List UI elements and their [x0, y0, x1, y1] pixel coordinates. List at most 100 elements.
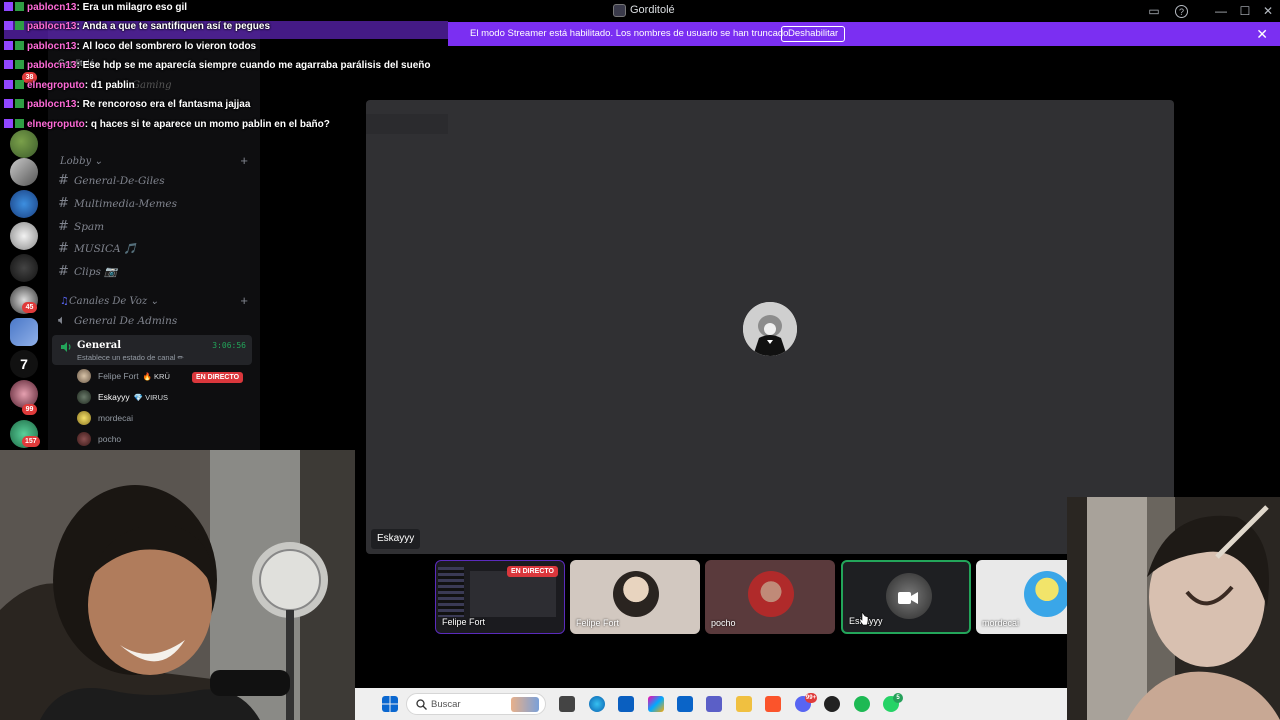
channel-musica[interactable]: # MUSICA 🎵	[58, 241, 250, 261]
taskbar-search[interactable]: Buscar	[406, 693, 546, 715]
server-icon[interactable]	[10, 318, 38, 346]
voice-user-name: Eskayyy 💎 VIRUS	[98, 392, 168, 402]
subscriber-badge-icon	[4, 2, 13, 11]
window-title: Gorditolé	[630, 4, 675, 16]
teams-icon[interactable]	[706, 696, 722, 712]
participant-tile[interactable]: pocho	[705, 560, 835, 634]
voice-user[interactable]: pocho	[77, 429, 257, 449]
spotify-icon[interactable]	[854, 696, 870, 712]
voice-channel-admins[interactable]: 🔈︎ General De Admins	[58, 313, 250, 333]
chat-username: pablocn13	[27, 21, 77, 32]
verified-badge-icon	[15, 41, 24, 50]
server-icon[interactable]	[10, 254, 38, 282]
channel-multimedia-memes[interactable]: # Multimedia-Memes	[58, 196, 250, 216]
title-bar: Gorditolé ▭ ? — ☐ ✕	[0, 0, 1280, 22]
category-voice[interactable]: ♫Canales De Voz ⌄	[60, 296, 159, 307]
category-lobby[interactable]: Lobby ⌄	[60, 156, 103, 167]
chat-text: : Anda a que te santifiquen así te pegue…	[76, 21, 271, 32]
hash-icon: #	[58, 219, 69, 234]
channel-status[interactable]: Establece un estado de canal ✏	[77, 353, 184, 362]
minimize-button[interactable]: —	[1213, 3, 1229, 19]
channel-general-de-giles[interactable]: # General-De-Giles	[58, 173, 250, 193]
channel-clips[interactable]: # Clips 📷	[58, 264, 250, 284]
server-icon[interactable]: 7	[10, 350, 38, 378]
chat-message: elnegroputo: q haces si te aparece un mo…	[4, 119, 330, 137]
channel-label: Spam	[74, 221, 105, 233]
chat-text: : Re rencoroso era el fantasma jajjaa	[76, 99, 251, 110]
webcam-feed-left	[0, 450, 355, 720]
subscriber-badge-icon	[4, 80, 13, 89]
brave-browser-icon[interactable]	[765, 696, 781, 712]
maximize-button[interactable]: ☐	[1237, 3, 1253, 19]
server-icon[interactable]	[10, 222, 38, 250]
participant-tile-stream[interactable]: EN DIRECTO Felipe Fort	[435, 560, 565, 634]
chat-message: pablocn13: Al loco del sombrero lo viero…	[4, 41, 256, 59]
category-label: Canales De Voz	[68, 296, 148, 307]
call-stage[interactable]	[366, 100, 1174, 554]
subscriber-badge-icon	[4, 21, 13, 30]
chat-username: elnegroputo	[27, 80, 85, 91]
outlook-icon[interactable]	[677, 696, 693, 712]
tile-label: mordecai	[982, 618, 1020, 628]
verified-badge-icon	[15, 119, 24, 128]
help-icon[interactable]: ?	[1175, 5, 1188, 18]
channel-label: General De Admins	[74, 315, 178, 327]
category-label: Lobby	[60, 156, 92, 167]
user-tag: 💎 VIRUS	[133, 393, 168, 402]
chat-message: pablocn13: Re rencoroso era el fantasma …	[4, 99, 250, 117]
avatar	[77, 369, 91, 383]
camera-icon	[898, 592, 918, 604]
faded-channel[interactable]: Gaming	[132, 80, 171, 91]
chat-message: pablocn13: Ese hdp se me aparecía siempr…	[4, 60, 431, 78]
banner-text: El modo Streamer está habilitado. Los no…	[470, 28, 792, 39]
avatar	[748, 571, 794, 617]
subscriber-badge-icon	[4, 99, 13, 108]
server-icon[interactable]	[10, 158, 38, 186]
verified-badge-icon	[15, 80, 24, 89]
channel-label: MUSICA 🎵	[74, 243, 137, 255]
server-icon[interactable]	[10, 190, 38, 218]
participant-tile[interactable]: mordecai	[976, 560, 1067, 634]
call-timer: 3:06:56	[212, 341, 246, 350]
avatar	[613, 571, 659, 617]
verified-badge-icon	[15, 99, 24, 108]
close-window-button[interactable]: ✕	[1260, 3, 1276, 19]
channel-label: Multimedia-Memes	[74, 198, 178, 210]
verified-badge-icon	[15, 21, 24, 30]
channel-spam[interactable]: # Spam	[58, 219, 250, 239]
hash-icon: #	[58, 196, 69, 211]
user-name: pocho	[98, 434, 122, 444]
disable-streamer-button[interactable]: Deshabilitar	[781, 26, 846, 42]
channel-label: General-De-Giles	[74, 175, 165, 187]
voice-user-name: Felipe Fort 🔥 KRÜ	[98, 371, 170, 381]
subscriber-badge-icon	[4, 119, 13, 128]
obs-icon[interactable]	[824, 696, 840, 712]
stage-speaker-label: Eskayyy	[371, 529, 421, 549]
speaker-avatar	[743, 302, 797, 356]
add-channel-icon[interactable]: +	[240, 293, 248, 308]
banner-close-icon[interactable]: ✕	[1256, 26, 1268, 42]
whatsapp-badge: 5	[893, 693, 903, 703]
chat-username: pablocn13	[27, 41, 77, 52]
chat-username: pablocn13	[27, 99, 77, 110]
add-channel-icon[interactable]: +	[240, 153, 248, 168]
inbox-icon[interactable]: ▭	[1146, 3, 1162, 19]
chat-username: pablocn13	[27, 60, 77, 71]
copilot-icon[interactable]	[648, 696, 664, 712]
chat-text: : Ese hdp se me aparecía siempre cuando …	[76, 60, 431, 71]
store-icon[interactable]	[618, 696, 634, 712]
voice-channel-general[interactable]: General Establece un estado de canal ✏ 3…	[52, 335, 252, 365]
chat-text: : Era un milagro eso gil	[76, 2, 188, 13]
verified-badge-icon	[15, 60, 24, 69]
server-badge: 99	[22, 404, 37, 415]
windows-start-icon[interactable]	[382, 696, 398, 712]
avatar	[77, 432, 91, 446]
participant-tile[interactable]: Felipe Fort	[570, 560, 700, 634]
edge-browser-icon[interactable]	[589, 696, 605, 712]
live-badge: EN DIRECTO	[506, 566, 558, 577]
voice-user[interactable]: Eskayyy 💎 VIRUS	[77, 387, 257, 407]
file-explorer-icon[interactable]	[736, 696, 752, 712]
task-view-icon[interactable]	[559, 696, 575, 712]
voice-user[interactable]: mordecai	[77, 408, 257, 428]
subscriber-badge-icon	[4, 60, 13, 69]
